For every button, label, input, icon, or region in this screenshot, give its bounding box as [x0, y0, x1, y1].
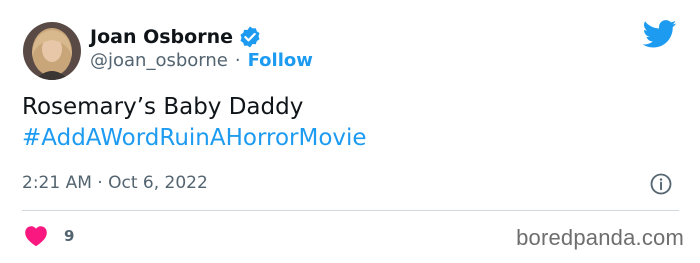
like-count: 9 [64, 227, 75, 245]
tweet-text: Rosemary’s Baby Daddy #AddAWordRuinAHorr… [22, 92, 367, 154]
follow-button[interactable]: Follow [248, 48, 313, 74]
avatar[interactable] [23, 22, 81, 80]
heart-icon [24, 225, 48, 247]
tweet-card: Joan Osborne @joan_osborne · Follow Rose… [0, 0, 700, 263]
separator: · [234, 50, 241, 71]
watermark: boredpanda.com [516, 225, 684, 250]
author-name-row: Joan Osborne [90, 24, 262, 50]
author-name[interactable]: Joan Osborne [90, 24, 233, 50]
tweet-body: Rosemary’s Baby Daddy [22, 94, 304, 120]
author-handle-row: @joan_osborne · Follow [90, 48, 313, 74]
twitter-bird-icon[interactable] [642, 20, 677, 48]
hashtag-link[interactable]: #AddAWordRuinAHorrorMovie [22, 123, 367, 154]
info-icon[interactable] [649, 172, 673, 196]
tweet-timestamp[interactable]: 2:21 AM · Oct 6, 2022 [22, 171, 208, 195]
author-handle[interactable]: @joan_osborne [90, 48, 228, 74]
divider [22, 210, 679, 211]
like-button[interactable]: 9 [24, 225, 74, 247]
verified-badge-icon [238, 25, 262, 49]
